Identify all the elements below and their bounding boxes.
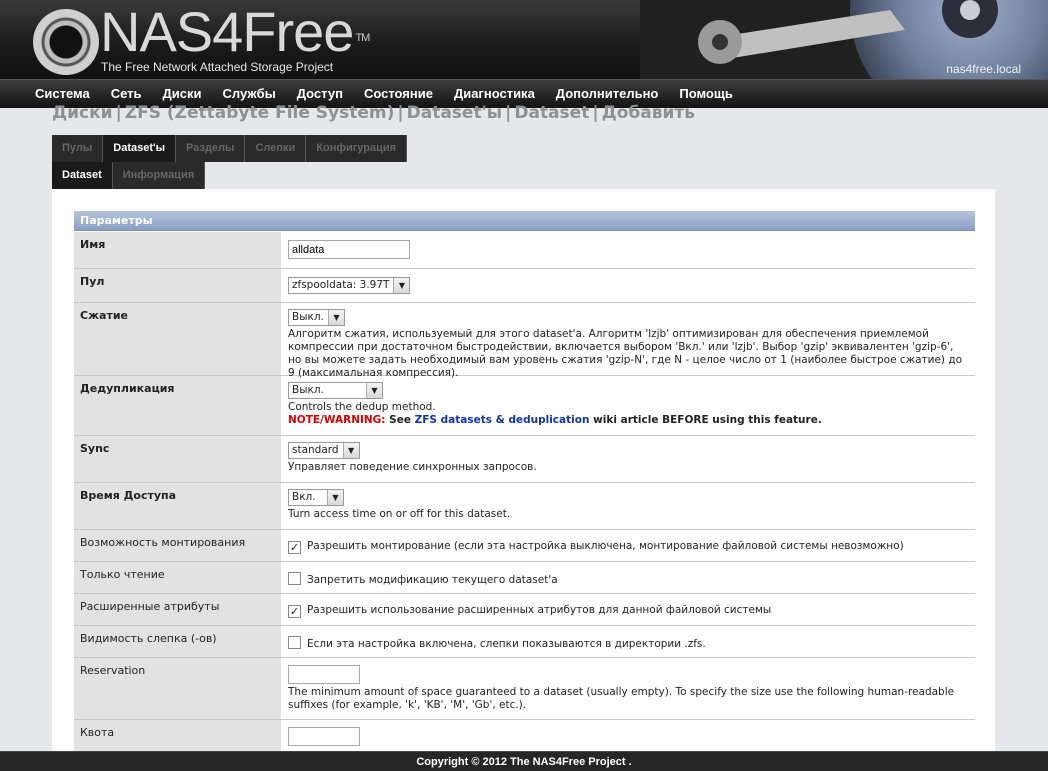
dedup-description: Controls the dedup method.: [288, 401, 436, 413]
name-input[interactable]: [288, 240, 410, 259]
logo-text: NAS4Free: [100, 0, 354, 63]
footer: Copyright © 2012 The NAS4Free Project .: [0, 751, 1048, 771]
compression-select-value: Выкл.: [292, 311, 324, 323]
warning-text-post: wiki article BEFORE using this feature.: [589, 414, 822, 426]
quota-label: Квота: [74, 720, 281, 751]
section-title: Параметры: [74, 211, 975, 231]
row-snapdir: Видимость слепка (-ов) Если эта настройк…: [74, 626, 975, 658]
canmount-text: Разрешить монтирование (если эта настрой…: [307, 540, 904, 552]
xattr-checkbox[interactable]: ✓: [288, 605, 301, 618]
row-canmount: Возможность монтирования ✓ Разрешить монт…: [74, 530, 975, 562]
sync-select[interactable]: standard ▼: [288, 442, 360, 459]
chevron-down-icon: ▼: [342, 443, 359, 458]
tab-volumes[interactable]: Разделы: [176, 135, 246, 162]
secondary-tabs: Dataset Информация: [52, 162, 206, 189]
row-sync: Sync standard ▼ Управляет поведение синхр…: [74, 436, 975, 483]
quota-input[interactable]: [288, 727, 360, 746]
pool-select[interactable]: zfspooldata: 3.97T ▼: [288, 277, 411, 294]
snapdir-label: Видимость слепка (-ов): [74, 626, 281, 657]
snapdir-checkbox[interactable]: [288, 636, 301, 649]
compression-description: Алгоритм сжатия, используемый для этого …: [288, 328, 963, 379]
compression-label: Сжатие: [74, 303, 281, 375]
breadcrumb-dataset[interactable]: Dataset: [514, 103, 589, 123]
readonly-text: Запретить модификацию текущего dataset'а: [307, 574, 558, 586]
tab-information[interactable]: Информация: [112, 162, 206, 189]
chevron-down-icon: ▼: [327, 310, 344, 325]
reservation-input[interactable]: [288, 665, 360, 684]
chevron-down-icon: ▼: [366, 383, 382, 398]
tagline: The Free Network Attached Storage Projec…: [101, 60, 334, 74]
breadcrumb-datasets[interactable]: Dataset'ы: [407, 103, 503, 123]
chevron-down-icon: ▼: [393, 278, 410, 293]
sync-label: Sync: [74, 436, 281, 482]
pool-select-value: zfspooldata: 3.97T: [292, 279, 390, 291]
tab-dataset[interactable]: Dataset: [52, 162, 113, 189]
dedup-warning: NOTE/WARNING: See ZFS datasets & dedupli…: [288, 414, 969, 427]
tab-pools[interactable]: Пулы: [52, 135, 104, 162]
warning-text-pre: See: [385, 414, 415, 426]
warning-label: NOTE/WARNING:: [288, 414, 386, 426]
dedup-select-value: Выкл.: [292, 384, 324, 396]
reservation-description: The minimum amount of space guaranteed t…: [288, 686, 955, 711]
row-quota: Квота: [74, 720, 975, 751]
snapdir-text: Если эта настройка включена, слепки пока…: [307, 638, 706, 650]
atime-select-value: Вкл.: [292, 491, 316, 503]
breadcrumb-disks[interactable]: Диски: [52, 103, 113, 123]
name-label: Имя: [74, 232, 281, 268]
dedup-wiki-link[interactable]: ZFS datasets & deduplication: [415, 414, 590, 426]
reservation-label: Reservation: [74, 658, 281, 719]
logo-trademark: TM: [355, 32, 370, 44]
row-xattr: Расширенные атрибуты ✓ Разрешить использо…: [74, 594, 975, 626]
readonly-checkbox[interactable]: [288, 572, 301, 585]
tab-snapshots[interactable]: Слепки: [245, 135, 307, 162]
atime-select[interactable]: Вкл. ▼: [288, 489, 344, 506]
breadcrumb: Диски | ZFS (Zettabyte File System) | Datase…: [52, 103, 695, 123]
row-pool: Пул zfspooldata: 3.97T ▼: [74, 269, 975, 303]
breadcrumb-add: Добавить: [601, 103, 695, 123]
row-dedup: Дедупликация Выкл. ▼ Controls the dedup m…: [74, 376, 975, 436]
canmount-checkbox[interactable]: ✓: [288, 541, 301, 554]
atime-description: Turn access time on or off for this data…: [288, 508, 511, 520]
atime-label: Время Доступа: [74, 483, 281, 529]
hostname-label: nas4free.local: [946, 62, 1021, 76]
tab-configuration[interactable]: Конфигурация: [306, 135, 408, 162]
sync-description: Управляет поведение синхронных запросов.: [288, 461, 537, 473]
sync-select-value: standard: [292, 444, 339, 456]
xattr-label: Расширенные атрибуты: [74, 594, 281, 625]
header: NAS4Free TM The Free Network Attached Sto…: [0, 0, 1048, 79]
dedup-select[interactable]: Выкл. ▼: [288, 382, 383, 399]
primary-tabs: Пулы Dataset'ы Разделы Слепки Конфигурац…: [52, 135, 408, 162]
row-atime: Время Доступа Вкл. ▼ Turn access time on …: [74, 483, 975, 530]
content-panel: Параметры Имя Пул zfspooldata: 3.97T▼ Сж…: [52, 189, 995, 751]
row-name: Имя: [74, 232, 975, 269]
dedup-label: Дедупликация: [74, 376, 281, 435]
row-readonly: Только чтение Запретить модификацию теку…: [74, 562, 975, 594]
xattr-text: Разрешить использование расширенных атри…: [307, 604, 772, 616]
compression-select[interactable]: Выкл. ▼: [288, 309, 345, 326]
logo-icon: [33, 9, 99, 75]
readonly-label: Только чтение: [74, 562, 281, 593]
logo[interactable]: NAS4Free TM: [100, 4, 370, 60]
tab-datasets[interactable]: Dataset'ы: [103, 135, 177, 162]
row-reservation: Reservation The minimum amount of space …: [74, 658, 975, 720]
chevron-down-icon: ▼: [327, 490, 343, 505]
pool-label: Пул: [74, 269, 281, 302]
canmount-label: Возможность монтирования: [74, 530, 281, 561]
row-compression: Сжатие Выкл. ▼ Алгоритм сжатия, используе…: [74, 303, 975, 379]
breadcrumb-zfs[interactable]: ZFS (Zettabyte File System): [125, 103, 395, 123]
